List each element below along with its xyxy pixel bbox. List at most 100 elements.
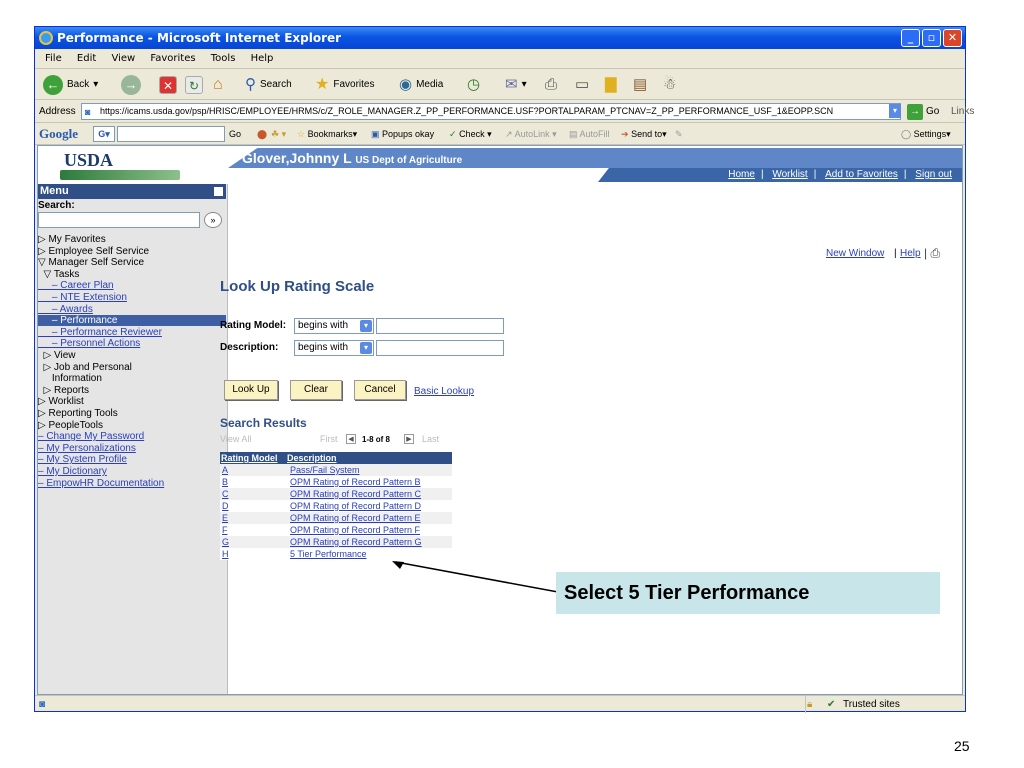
cancel-button[interactable]: Cancel [354,380,406,400]
address-input[interactable]: ◙ https://icams.usda.gov/psp/HRISC/EMPLO… [81,103,901,120]
menu-item[interactable]: ▽ Tasks [38,269,226,280]
menu-item[interactable]: ▷ Reporting Tools [38,408,226,419]
nav-home[interactable]: Home [728,169,755,180]
rating-model-cell[interactable]: A [222,464,228,476]
column-header-description[interactable]: Description [286,452,452,464]
menu-item[interactable]: Information [38,373,226,384]
menu-item[interactable]: – EmpowHR Documentation [38,478,226,489]
menu-item[interactable]: ▷ Reports [38,385,226,396]
menu-view[interactable]: View [111,53,135,64]
menu-item[interactable]: ▷ PeopleTools [38,420,226,431]
autofill-button[interactable]: ▤ AutoFill [569,123,610,145]
settings-button[interactable]: ◯ Settings▾ [901,123,951,145]
nav-sign-out[interactable]: Sign out [915,169,952,180]
refresh-button[interactable]: ↻ [185,70,203,100]
address-dropdown-icon[interactable]: ▾ [889,104,901,118]
autolink-button[interactable]: ↗ AutoLink ▾ [505,123,557,145]
bookmarks-button[interactable]: ☆ Bookmarks▾ [297,123,357,145]
menu-item[interactable]: – My Personalizations [38,443,226,454]
menu-edit[interactable]: Edit [77,53,96,64]
stop-button[interactable]: ✕ [159,70,177,100]
description-operator[interactable]: begins with ▾ [294,340,374,356]
media-button[interactable]: ◉ Media [399,70,443,100]
menu-item[interactable]: – My System Profile [38,454,226,465]
popups-button[interactable]: ▣ Popups okay [371,123,434,145]
rating-model-cell[interactable]: H [222,548,229,560]
next-arrow-icon[interactable]: ▶ [404,434,414,444]
nav-worklist[interactable]: Worklist [772,169,807,180]
links-label[interactable]: Links [951,101,974,123]
menu-item[interactable]: ▷ My Favorites [38,234,226,245]
options-icon[interactable]: ☘ ▾ [271,123,286,145]
google-go-button[interactable]: Go [229,123,241,145]
description-cell[interactable]: OPM Rating of Record Pattern E [290,512,421,524]
rating-model-cell[interactable]: B [222,476,228,488]
rating-model-cell[interactable]: D [222,500,229,512]
description-cell[interactable]: OPM Rating of Record Pattern F [290,524,420,536]
menu-item[interactable]: ▷ Employee Self Service [38,246,226,257]
highlight-icon[interactable]: ✎ [675,123,683,145]
menu-file[interactable]: File [45,53,62,64]
column-header-rating-model[interactable]: Rating Model [220,452,286,464]
menu-item[interactable]: – Awards [38,304,226,315]
nav-add-favorites[interactable]: Add to Favorites [825,169,898,180]
rating-model-cell[interactable]: G [222,536,229,548]
description-cell[interactable]: Pass/Fail System [290,464,360,476]
description-cell[interactable]: 5 Tier Performance [290,548,367,560]
new-window-link[interactable]: New Window [826,248,884,259]
description-cell[interactable]: OPM Rating of Record Pattern G [290,536,422,548]
help-link[interactable]: Help [900,248,921,259]
messenger-button[interactable]: ☃ [663,70,676,100]
menu-favorites[interactable]: Favorites [150,53,195,64]
menu-tools[interactable]: Tools [211,53,236,64]
mail-button[interactable]: ✉ ▾ [505,70,527,100]
spellcheck-button[interactable]: ✓ Check ▾ [449,123,492,145]
close-button[interactable]: ✕ [943,29,962,47]
menu-help[interactable]: Help [251,53,274,64]
folder-button[interactable]: ▇ [605,70,617,100]
forward-button[interactable]: → [121,70,141,100]
description-cell[interactable]: OPM Rating of Record Pattern D [290,500,421,512]
menu-item[interactable]: – Personnel Actions [38,338,226,349]
description-cell[interactable]: OPM Rating of Record Pattern B [290,476,421,488]
menu-item[interactable]: ▷ View [38,350,226,361]
edit-button[interactable]: ▭ [575,70,589,100]
rating-model-operator[interactable]: begins with ▾ [294,318,374,334]
menu-item[interactable]: ▷ Worklist [38,396,226,407]
research-button[interactable]: ▤ [633,70,647,100]
print-page-icon[interactable]: | ⎙ [924,246,940,261]
go-button[interactable]: Go [926,101,939,123]
collapse-icon[interactable] [214,187,223,196]
basic-lookup-link[interactable]: Basic Lookup [414,386,474,397]
menu-item[interactable]: ▽ Manager Self Service [38,257,226,268]
go-arrow-icon[interactable]: → [907,104,923,120]
print-button[interactable]: ⎙ [545,70,557,100]
menu-item[interactable]: – Change My Password [38,431,226,442]
sendto-button[interactable]: ➔ Send to▾ [621,123,667,145]
history-button[interactable]: ◷ [467,70,480,100]
rating-model-cell[interactable]: F [222,524,228,536]
menu-item[interactable]: – Career Plan [38,280,226,291]
maximize-button[interactable]: ▫ [922,29,941,47]
rating-model-input[interactable] [376,318,504,334]
menu-item[interactable]: ▷ Job and Personal [38,362,226,373]
menu-item[interactable]: – Performance [38,315,226,327]
search-button[interactable]: ⚲ Search [245,70,292,100]
description-cell[interactable]: OPM Rating of Record Pattern C [290,488,421,500]
menu-search-input[interactable] [38,212,200,228]
description-input[interactable] [376,340,504,356]
favorites-button[interactable]: ★ Favorites [315,70,374,100]
search-go-icon[interactable]: » [204,212,222,228]
google-g-icon[interactable]: G▾ [93,126,115,142]
menu-item[interactable]: – My Dictionary [38,466,226,477]
home-button[interactable]: ⌂ [213,70,223,100]
back-button[interactable]: ← Back ▾ [43,70,98,100]
rating-model-cell[interactable]: C [222,488,229,500]
rating-model-cell[interactable]: E [222,512,228,524]
google-search-input[interactable] [117,126,225,142]
lookup-button[interactable]: Look Up [224,380,278,400]
minimize-button[interactable]: _ [901,29,920,47]
menu-item[interactable]: – Performance Reviewer [38,327,226,338]
prev-arrow-icon[interactable]: ◀ [346,434,356,444]
menu-item[interactable]: – NTE Extension [38,292,226,303]
